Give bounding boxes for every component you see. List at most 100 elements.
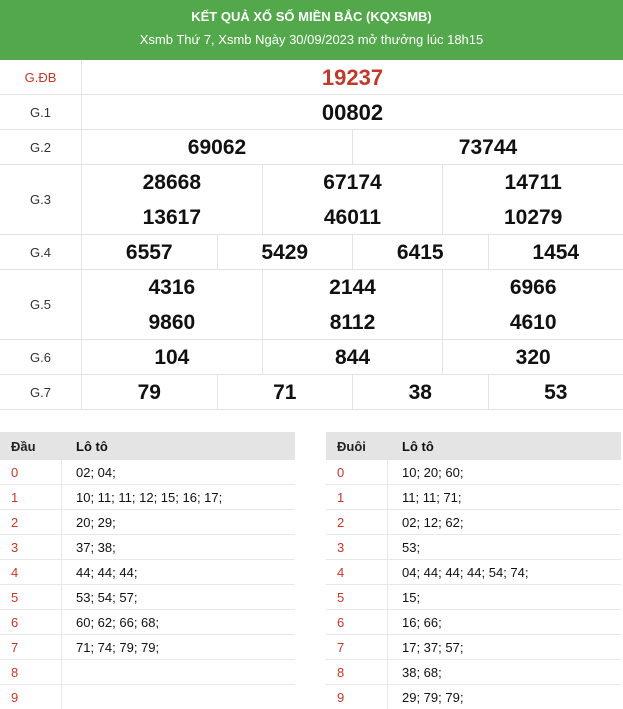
prize-number: 844 [263, 340, 444, 375]
dau-row: 6 60; 62; 66; 68; [0, 610, 295, 635]
prize-number: 53 [544, 380, 568, 404]
prize-number: 28668 [82, 165, 263, 200]
duoi-table-header: Đuôi Lô tô [326, 432, 621, 460]
prize-number: 67174 [263, 165, 444, 200]
duoi-loto-values: 04; 44; 44; 44; 54; 74; [402, 564, 529, 580]
dau-table: Đầu Lô tô 0 02; 04; 1 10; 11; 11; 12; 15; 1… [0, 432, 295, 709]
duoi-loto-values: 15; [402, 589, 421, 605]
duoi-digit: 6 [326, 610, 388, 634]
dau-digit: 9 [0, 685, 62, 709]
prize-row: G.2 69062 73744 [0, 130, 623, 165]
prize-row: G.3 28668 67174 14711 13617 46011 10279 [0, 165, 623, 235]
prize-number: 2144 [263, 270, 444, 305]
prize-row: G.6 104 844 320 [0, 340, 623, 375]
duoi-row: 1 11; 11; 71; [326, 485, 621, 510]
dau-col-header: Đầu [11, 438, 36, 454]
dau-loto-values: 60; 62; 66; 68; [76, 614, 160, 630]
duoi-loto-col-header: Lô tô [402, 438, 434, 454]
dau-row: 4 44; 44; 44; [0, 560, 295, 585]
prize-label: G.1 [0, 95, 82, 129]
prize-label: G.7 [0, 375, 82, 409]
prize-number: 10279 [503, 205, 563, 229]
duoi-digit: 5 [326, 585, 388, 609]
dau-row: 0 02; 04; [0, 460, 295, 485]
duoi-digit: 2 [326, 510, 388, 534]
prize-number: 38 [353, 375, 489, 410]
prize-number: 6415 [353, 235, 489, 270]
duoi-loto-values: 53; [402, 539, 421, 555]
prize-number: 5429 [218, 235, 353, 270]
prize-label: G.6 [0, 340, 82, 374]
dau-digit: 7 [0, 635, 62, 659]
dau-loto-values: 02; 04; [76, 464, 116, 480]
prize-number: 19237 [321, 64, 384, 90]
duoi-row: 5 15; [326, 585, 621, 610]
prize-label: G.3 [0, 165, 82, 234]
prize-number: 8112 [263, 305, 444, 340]
prize-number: 320 [515, 345, 551, 369]
dau-digit: 6 [0, 610, 62, 634]
dau-digit: 5 [0, 585, 62, 609]
dau-row: 9 [0, 685, 295, 709]
dau-loto-values: 44; 44; 44; [76, 564, 138, 580]
duoi-digit: 8 [326, 660, 388, 684]
duoi-loto-values: 11; 11; 71; [402, 489, 462, 505]
dau-row: 3 37; 38; [0, 535, 295, 560]
results-header: KẾT QUẢ XỔ SỐ MIỀN BẮC (KQXSMB) Xsmb Thứ… [0, 0, 623, 60]
duoi-row: 4 04; 44; 44; 44; 54; 74; [326, 560, 621, 585]
duoi-digit: 0 [326, 460, 388, 484]
prize-number: 79 [82, 375, 218, 410]
duoi-row: 2 02; 12; 62; [326, 510, 621, 535]
dau-digit: 0 [0, 460, 62, 484]
prize-label: G.4 [0, 235, 82, 269]
duoi-row: 0 10; 20; 60; [326, 460, 621, 485]
dau-digit: 8 [0, 660, 62, 684]
page-subtitle: Xsmb Thứ 7, Xsmb Ngày 30/09/2023 mở thưở… [139, 32, 484, 47]
duoi-row: 7 17; 37; 57; [326, 635, 621, 660]
dau-table-header: Đầu Lô tô [0, 432, 295, 460]
duoi-loto-values: 10; 20; 60; [402, 464, 464, 480]
prize-number: 46011 [263, 200, 444, 235]
dau-digit: 2 [0, 510, 62, 534]
prize-number: 00802 [321, 99, 384, 125]
dau-row: 7 71; 74; 79; 79; [0, 635, 295, 660]
prize-number: 1454 [532, 240, 580, 264]
duoi-row: 3 53; [326, 535, 621, 560]
duoi-loto-values: 29; 79; 79; [402, 689, 464, 705]
duoi-digit: 1 [326, 485, 388, 509]
duoi-loto-values: 16; 66; [402, 614, 442, 630]
dau-loto-col-header: Lô tô [76, 438, 108, 454]
duoi-loto-values: 38; 68; [402, 664, 442, 680]
prize-number: 6966 [509, 275, 557, 299]
prize-label: G.ĐB [0, 60, 82, 94]
dau-row: 2 20; 29; [0, 510, 295, 535]
dau-loto-values: 71; 74; 79; 79; [76, 639, 160, 655]
prize-number: 4610 [509, 310, 557, 334]
duoi-digit: 7 [326, 635, 388, 659]
duoi-row: 9 29; 79; 79; [326, 685, 621, 709]
prize-number: 71 [218, 375, 353, 410]
dau-digit: 4 [0, 560, 62, 584]
prize-number: 4316 [82, 270, 263, 305]
dau-loto-values: 10; 11; 11; 12; 15; 16; 17; [76, 489, 223, 505]
dau-loto-values: 53; 54; 57; [76, 589, 138, 605]
prize-label: G.5 [0, 270, 82, 339]
dau-loto-values: 20; 29; [76, 514, 116, 530]
duoi-digit: 4 [326, 560, 388, 584]
prize-row: G.7 79 71 38 53 [0, 375, 623, 410]
prize-label: G.2 [0, 130, 82, 164]
prize-number: 69062 [82, 130, 353, 165]
duoi-col-header: Đuôi [337, 438, 366, 454]
dau-row: 1 10; 11; 11; 12; 15; 16; 17; [0, 485, 295, 510]
prize-row: G.4 6557 5429 6415 1454 [0, 235, 623, 270]
duoi-row: 6 16; 66; [326, 610, 621, 635]
dau-row: 8 [0, 660, 295, 685]
duoi-table: Đuôi Lô tô 0 10; 20; 60; 1 11; 11; 71; 2 02; … [326, 432, 621, 709]
dau-digit: 3 [0, 535, 62, 559]
page-title: KẾT QUẢ XỔ SỐ MIỀN BẮC (KQXSMB) [191, 9, 432, 24]
prize-number: 6557 [82, 235, 218, 270]
dau-loto-values: 37; 38; [76, 539, 116, 555]
results-table: G.ĐB 19237 G.1 00802 G.2 69062 73744 G.3 28668 67… [0, 60, 623, 410]
prize-row: G.5 4316 2144 6966 9860 8112 4610 [0, 270, 623, 340]
prize-number: 13617 [82, 200, 263, 235]
